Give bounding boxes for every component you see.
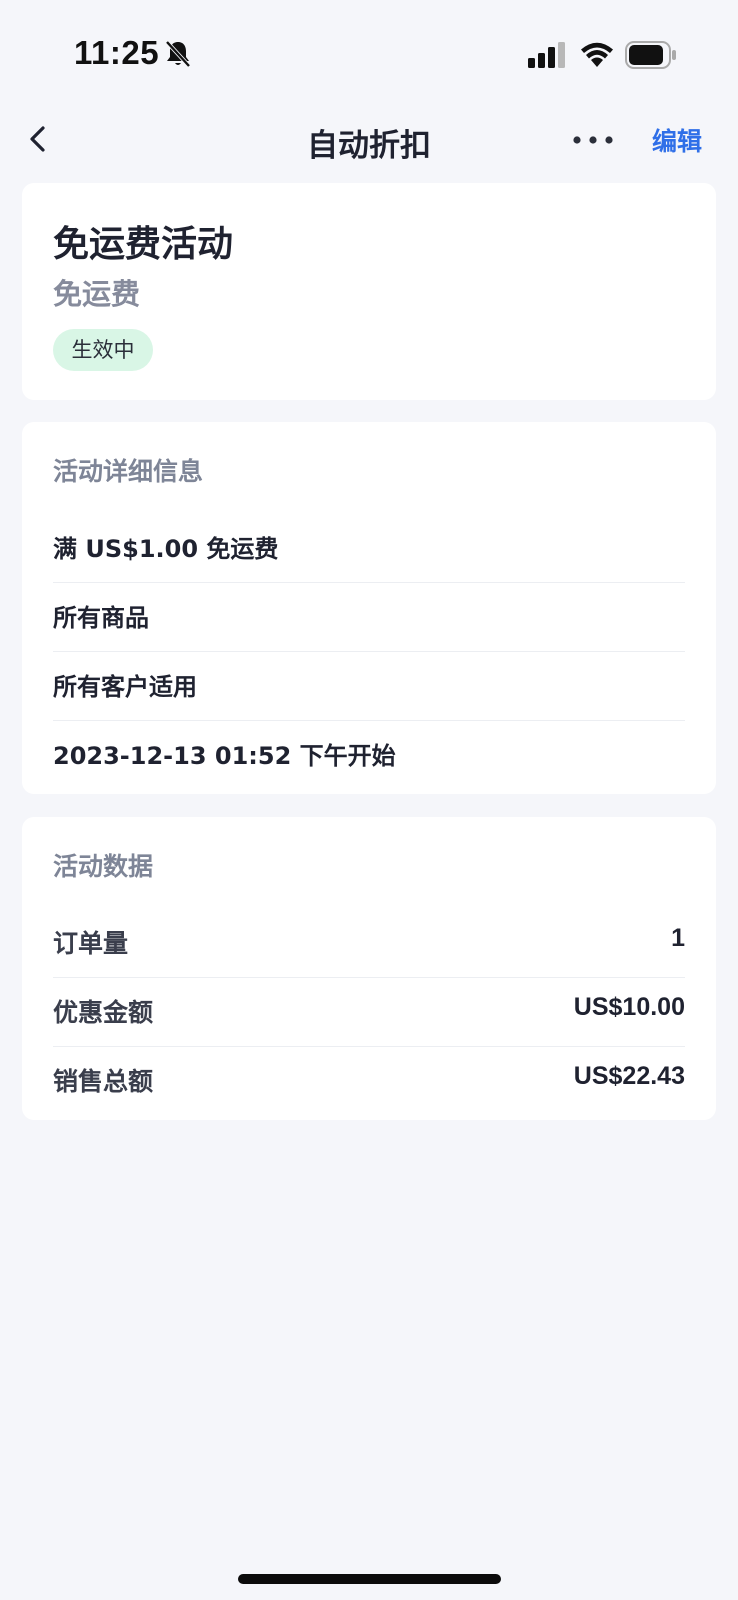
navigation-bar: 自动折扣 编辑	[0, 100, 738, 180]
detail-row-start-time: 2023-12-13 01:52 下午开始	[53, 720, 685, 789]
bell-slash-icon	[165, 40, 191, 68]
stat-value: US$22.43	[573, 1062, 685, 1090]
status-badge: 生效中	[53, 329, 153, 371]
status-bar: 11:25	[0, 0, 738, 92]
wifi-icon	[581, 42, 613, 67]
stat-label: 订单量	[53, 929, 129, 958]
stat-label: 销售总额	[53, 1067, 154, 1096]
detail-row-customers: 所有客户适用	[53, 651, 685, 721]
home-indicator[interactable]	[238, 1574, 501, 1584]
detail-text: 所有商品	[53, 604, 149, 632]
detail-row-products: 所有商品	[53, 582, 685, 652]
detail-text: 满 US$1.00 免运费	[53, 535, 279, 563]
edit-button[interactable]: 编辑	[652, 122, 702, 158]
stat-value: 1	[671, 924, 685, 952]
activity-details-card: 活动详细信息 满 US$1.00 免运费 所有商品 所有客户适用 2023-12…	[22, 422, 716, 794]
activity-summary-card: 免运费活动 免运费 生效中	[22, 183, 716, 400]
stat-row-discount: 优惠金额 US$10.00	[53, 977, 685, 1047]
battery-icon	[625, 41, 676, 69]
more-icon[interactable]	[569, 132, 617, 148]
stat-row-orders: 订单量 1	[53, 908, 685, 978]
stat-value: US$10.00	[573, 993, 685, 1021]
detail-text: 所有客户适用	[53, 673, 197, 701]
activity-title: 免运费活动	[53, 224, 234, 265]
activity-type: 免运费	[53, 277, 141, 311]
signal-icon	[528, 42, 565, 68]
page-title: 自动折扣	[307, 128, 431, 164]
stat-row-sales: 销售总额 US$22.43	[53, 1046, 685, 1115]
stat-label: 优惠金额	[53, 998, 154, 1027]
detail-row-condition: 满 US$1.00 免运费	[53, 513, 685, 583]
details-heading: 活动详细信息	[53, 457, 204, 486]
status-time: 11:25	[74, 34, 160, 71]
detail-text: 2023-12-13 01:52 下午开始	[53, 742, 396, 770]
activity-stats-card: 活动数据 订单量 1 优惠金额 US$10.00 销售总额 US$22.43	[22, 817, 716, 1120]
stats-heading: 活动数据	[53, 852, 154, 881]
